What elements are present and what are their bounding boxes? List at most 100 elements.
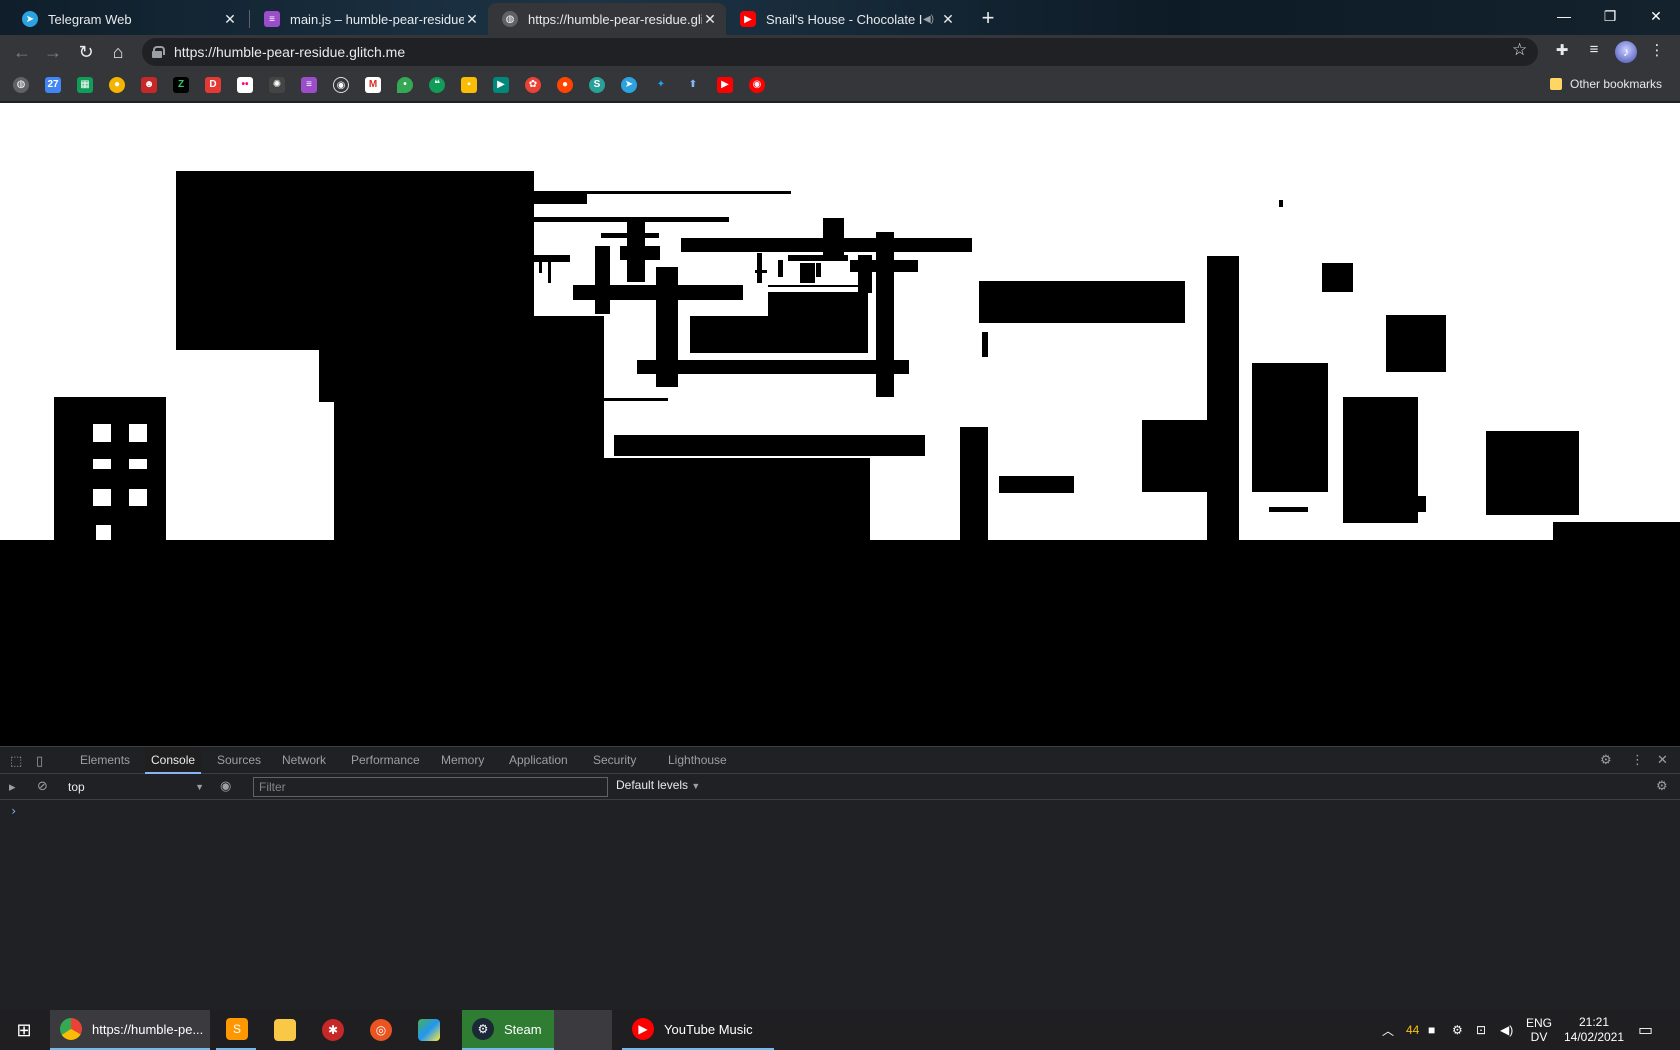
youtube-music-bookmark-icon[interactable]: ◉ [749,77,765,93]
lock-icon[interactable] [152,46,165,58]
back-arrow-icon[interactable]: ← [10,40,34,64]
menu-kebab-icon[interactable]: ⋮ [1646,41,1668,63]
photos-bookmark-icon[interactable]: ✿ [525,77,541,93]
z-bookmark-icon[interactable]: Z [173,77,189,93]
new-tab-button[interactable]: + [975,6,1001,32]
close-icon[interactable]: ✕ [702,11,718,28]
volume-icon[interactable]: ◀) [1500,1010,1513,1050]
d-bookmark-icon[interactable]: D [205,77,221,93]
tab-glitch-editor[interactable]: ≡ main.js – humble-pear-residue ✕ [250,3,488,35]
mask-bookmark-icon[interactable]: ☻ [141,77,157,93]
close-icon[interactable]: ✕ [222,11,238,28]
maps-bookmark-icon[interactable]: • [397,77,413,93]
ghost-bookmark-icon[interactable]: ⬆ [685,77,701,93]
forward-arrow-icon[interactable]: → [41,40,65,64]
youtube-bookmark-icon[interactable]: ▶ [717,77,733,93]
reload-icon[interactable]: ↻ [74,40,98,64]
log-levels-dropdown[interactable]: Default levels ▼ [616,778,700,792]
github-bookmark-icon[interactable]: ◉ [333,77,349,93]
clock[interactable]: 21:21 14/02/2021 [1562,1010,1626,1050]
windows-start-icon[interactable]: ⊞ [6,1010,42,1050]
tab-console[interactable]: Console [145,747,202,774]
glitch-bookmark-icon[interactable]: ≡ [301,77,317,93]
home-icon[interactable]: ⌂ [106,40,130,64]
tab-application[interactable]: Application [503,747,574,774]
log-levels-label: Default levels [616,778,689,792]
taskbar-youtube-music[interactable]: ▶ YouTube Music [622,1010,774,1050]
tab-memory[interactable]: Memory [435,747,490,774]
tab-elements[interactable]: Elements [74,747,136,774]
taskbar-paint[interactable] [408,1010,448,1050]
globe-bookmark-icon[interactable]: ◍ [13,77,29,93]
taskbar-sublime[interactable]: S [216,1010,256,1050]
tab-telegram[interactable]: ➤ Telegram Web ✕ [8,3,246,35]
close-devtools-icon[interactable]: ✕ [1657,752,1668,768]
notifications-icon[interactable]: ▭ [1638,1010,1653,1050]
more-options-icon[interactable]: ⋮ [1631,752,1644,768]
extensions-puzzle-icon[interactable]: ✚ [1551,41,1573,63]
profile-avatar[interactable]: ♪ [1615,41,1637,63]
eye-icon[interactable]: ◉ [220,778,231,794]
flickr-bookmark-icon[interactable]: •• [237,77,253,93]
bookmark-star-icon[interactable]: ☆ [1512,40,1527,60]
close-icon[interactable]: ✕ [940,11,956,28]
tab-sources[interactable]: Sources [211,747,267,774]
game-canvas[interactable] [0,103,1680,746]
keep-bookmark-icon[interactable]: ▪ [461,77,477,93]
tab-performance[interactable]: Performance [345,747,426,774]
tray-steam-icon[interactable]: ⚙ [1452,1010,1463,1050]
context-selector[interactable]: top ▼ [68,778,204,796]
sidebar-toggle-icon[interactable]: ▸ [9,779,16,795]
tray-count[interactable]: 44 [1406,1010,1419,1050]
reddit-bookmark-icon[interactable]: ● [557,77,573,93]
other-bookmarks-folder[interactable]: Other bookmarks [1550,77,1662,91]
settings-gear-icon[interactable]: ⚙ [1600,752,1612,768]
s-bookmark-icon[interactable]: S [589,77,605,93]
device-toolbar-icon[interactable]: ▯ [36,753,43,769]
close-icon[interactable]: ✕ [464,11,480,28]
console-settings-icon[interactable]: ⚙ [1656,778,1668,794]
tray-app-icon[interactable]: ■ [1428,1010,1435,1050]
devtools-tab-bar: ⬚ ▯ Elements Console Sources Network Per… [0,747,1680,774]
tab-security[interactable]: Security [587,747,642,774]
filter-input[interactable] [253,777,608,797]
taskbar-red-app[interactable]: ✱ [312,1010,352,1050]
tab-youtube[interactable]: ▶ Snail's House - Chocolate Isla ◀) ✕ [726,3,964,35]
address-bar[interactable]: https://humble-pear-residue.glitch.me [142,38,1538,66]
restore-button[interactable]: ❐ [1587,0,1633,32]
tray-overflow-chevron-icon[interactable]: ︿ [1382,1010,1394,1050]
brain-bookmark-icon[interactable]: ✺ [269,77,285,93]
network-icon[interactable]: ⊡ [1476,1010,1486,1050]
address-url[interactable]: https://humble-pear-residue.glitch.me [174,44,405,60]
tab-title: main.js – humble-pear-residue [290,11,464,27]
taskbar-chrome[interactable]: https://humble-pe... [50,1010,210,1050]
window [129,424,147,442]
pillar [823,218,844,258]
tab-humble-pear-residue[interactable]: ◍ https://humble-pear-residue.glitc ✕ [488,3,726,35]
taskbar-ubuntu[interactable]: ◎ [360,1010,400,1050]
taskbar-steam-window[interactable] [554,1010,612,1050]
minimize-button[interactable]: — [1541,0,1587,32]
media-controls-icon[interactable]: ≡ [1583,41,1605,63]
hangouts-bookmark-icon[interactable]: ❝ [429,77,445,93]
taskbar-file-explorer[interactable] [264,1010,304,1050]
tab-network[interactable]: Network [276,747,332,774]
taskbar-youtube-music-label: YouTube Music [664,1021,753,1037]
window-close-button[interactable]: ✕ [1633,0,1679,32]
clear-console-icon[interactable]: ⊘ [37,778,48,794]
building-block [1486,431,1579,515]
meet-bookmark-icon[interactable]: ▶ [493,77,509,93]
console-prompt[interactable]: › [10,804,17,818]
taskbar-steam[interactable]: ⚙ Steam [462,1010,554,1050]
language-indicator[interactable]: ENG DV [1526,1010,1552,1050]
bulb-bookmark-icon[interactable]: ● [109,77,125,93]
beam [637,360,909,374]
calendar-bookmark-icon[interactable]: 27 [45,77,61,93]
speaker-mute-icon[interactable]: ◀) [923,14,934,25]
telegram-bookmark-icon[interactable]: ➤ [621,77,637,93]
gmail-bookmark-icon[interactable]: M [365,77,381,93]
inspect-element-icon[interactable]: ⬚ [10,753,22,769]
sheets-bookmark-icon[interactable]: ▦ [77,77,93,93]
tab-lighthouse[interactable]: Lighthouse [662,747,733,774]
twitter-bookmark-icon[interactable]: ✦ [653,77,669,93]
